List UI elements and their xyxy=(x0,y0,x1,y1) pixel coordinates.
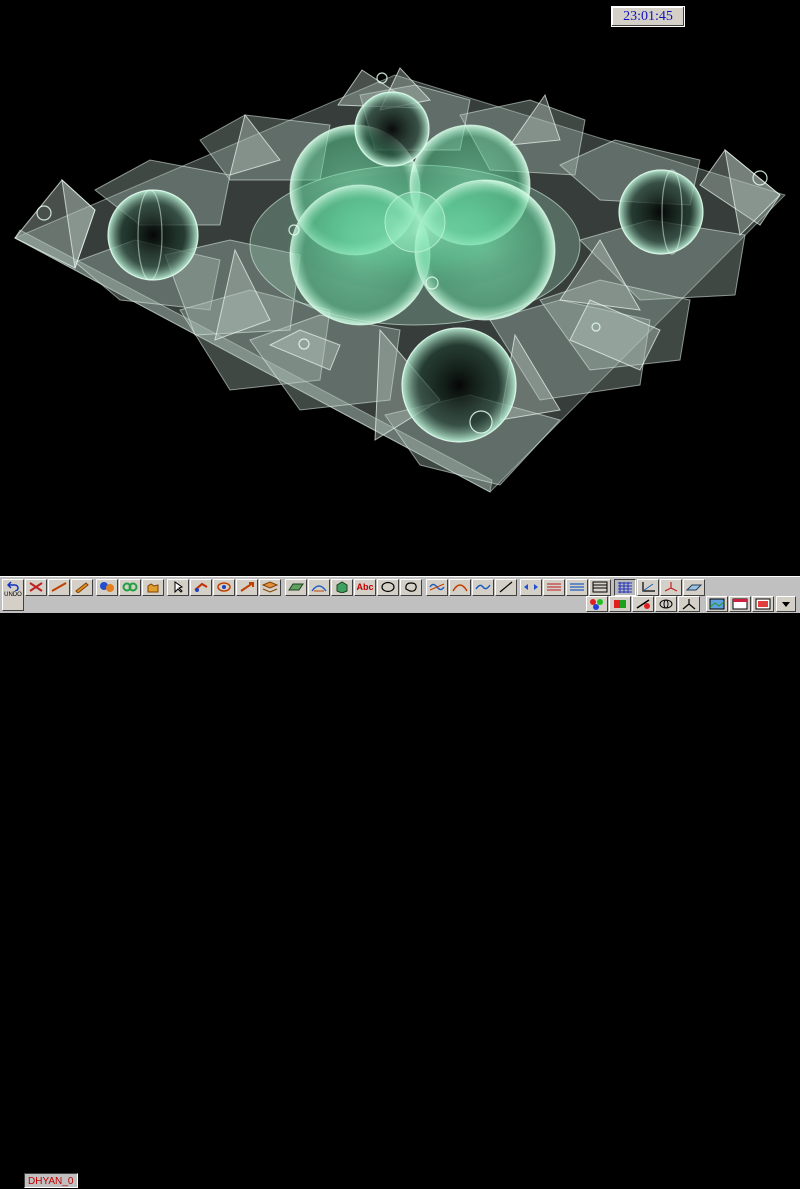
cube-button[interactable] xyxy=(331,579,353,596)
pointer-button[interactable] xyxy=(167,579,189,596)
tripod-button[interactable] xyxy=(678,596,700,612)
surface-icon xyxy=(288,583,304,591)
bars-button[interactable] xyxy=(566,579,588,596)
move-tool-button[interactable] xyxy=(190,579,212,596)
scale-tool-icon xyxy=(240,582,254,592)
spline-tool-button[interactable] xyxy=(472,579,494,596)
palette-icon xyxy=(590,599,603,610)
image-button[interactable] xyxy=(752,596,774,612)
wave-tool-icon xyxy=(429,583,445,591)
axes-3d-icon xyxy=(664,582,678,592)
pen-tool-icon xyxy=(75,582,89,593)
paint-button[interactable] xyxy=(609,596,631,612)
line-tool-button[interactable] xyxy=(48,579,70,596)
plane-icon xyxy=(686,584,702,591)
orbit-button[interactable] xyxy=(632,596,654,612)
pen-tool-button[interactable] xyxy=(71,579,93,596)
dropdown-button[interactable] xyxy=(776,596,796,612)
move-tool-icon xyxy=(194,582,208,592)
plane-button[interactable] xyxy=(683,579,705,596)
rotate-tool-icon xyxy=(217,582,231,592)
table-icon xyxy=(592,581,608,593)
menu-groups-rest: roups xyxy=(149,1175,178,1186)
view-rotate-button[interactable] xyxy=(655,596,677,612)
axes-icon xyxy=(642,582,655,592)
blob-tool-icon xyxy=(405,582,417,592)
menu-help[interactable]: Help xyxy=(186,1173,208,1189)
wave-tool-button[interactable] xyxy=(426,579,448,596)
link-icon xyxy=(122,582,138,592)
text-tool-button[interactable]: Abc xyxy=(354,579,376,596)
line-tool-icon xyxy=(51,582,67,592)
menu-help-rest: elp xyxy=(193,1175,208,1186)
pointer-icon xyxy=(174,581,184,593)
delete-tool-icon xyxy=(29,582,43,592)
circle-tool-icon xyxy=(381,581,395,593)
curve-tool-icon xyxy=(452,584,468,592)
view-icon xyxy=(709,598,725,610)
bars-icon xyxy=(570,583,584,591)
cube-icon xyxy=(336,581,348,593)
mesh-icon xyxy=(311,585,327,592)
clock-display: 23:01:45 xyxy=(611,6,685,27)
menu-groups[interactable]: Groups xyxy=(142,1173,178,1189)
undo-icon xyxy=(7,581,19,591)
document-name: DHYAN_0 xyxy=(24,1173,78,1188)
grid-button[interactable] xyxy=(614,579,636,596)
layers-icon xyxy=(262,581,278,593)
color-balls-button[interactable] xyxy=(96,579,118,596)
diagonal-button[interactable] xyxy=(495,579,517,596)
palette-button[interactable] xyxy=(586,596,608,612)
grid-icon xyxy=(618,582,632,593)
scene-render xyxy=(13,67,786,493)
menu-bar: DHYAN_0 File Edit Groups Help xyxy=(0,1173,585,1189)
view-button[interactable] xyxy=(706,596,728,612)
hand-tool-button[interactable] xyxy=(142,579,164,596)
hand-tool-icon xyxy=(147,583,159,593)
layers-button[interactable] xyxy=(259,579,281,596)
menu-edit[interactable]: Edit xyxy=(114,1173,133,1189)
bottom-toolbar: UNDO Abc DHYAN_0 File Edit Groups Help xyxy=(0,576,800,1188)
link-button[interactable] xyxy=(119,579,141,596)
arrows-icon xyxy=(524,584,538,590)
3d-viewport[interactable] xyxy=(0,0,800,576)
arrows-button[interactable] xyxy=(520,579,542,596)
stripes-button[interactable] xyxy=(543,579,565,596)
view-rotate-icon xyxy=(659,599,673,609)
axes-3d-button[interactable] xyxy=(660,579,682,596)
stripes-icon xyxy=(547,583,561,591)
menu-edit-rest: dit xyxy=(120,1175,133,1186)
mesh-button[interactable] xyxy=(308,579,330,596)
axes-button[interactable] xyxy=(637,579,659,596)
rotate-tool-button[interactable] xyxy=(213,579,235,596)
menu-file[interactable]: File xyxy=(86,1173,103,1189)
paint-icon xyxy=(614,600,626,608)
curve-tool-button[interactable] xyxy=(449,579,471,596)
window-button[interactable] xyxy=(729,596,751,612)
surface-button[interactable] xyxy=(285,579,307,596)
spline-tool-icon xyxy=(475,584,491,590)
undo-label: UNDO xyxy=(4,592,22,598)
image-icon xyxy=(755,598,771,610)
menu-file-rest: ile xyxy=(92,1175,104,1186)
scale-tool-button[interactable] xyxy=(236,579,258,596)
orbit-icon xyxy=(636,599,650,609)
window-icon xyxy=(732,598,748,610)
circle-tool-button[interactable] xyxy=(377,579,399,596)
table-button[interactable] xyxy=(589,579,611,596)
diagonal-icon xyxy=(499,581,513,593)
tripod-icon xyxy=(682,599,696,610)
color-balls-icon xyxy=(100,582,114,592)
undo-button[interactable]: UNDO xyxy=(2,579,24,611)
blob-tool-button[interactable] xyxy=(400,579,422,596)
delete-tool-button[interactable] xyxy=(25,579,47,596)
dropdown-arrow-icon xyxy=(782,602,790,607)
